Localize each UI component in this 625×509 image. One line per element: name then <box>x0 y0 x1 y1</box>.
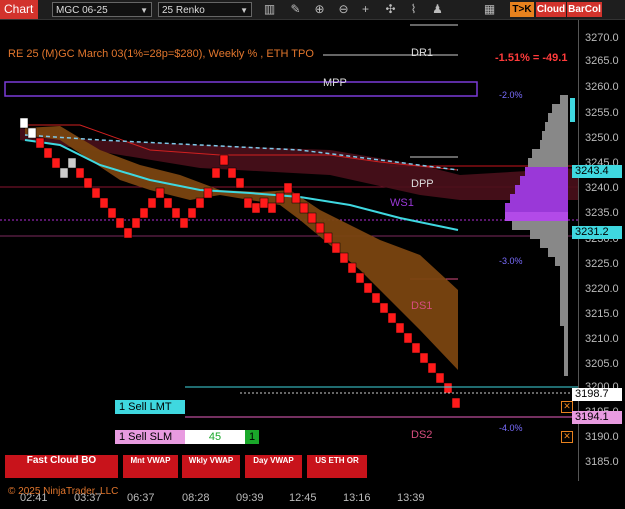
strategy-icon[interactable]: ♟ <box>430 2 445 17</box>
x-tick: 02:41 <box>20 492 48 504</box>
x-tick: 13:39 <box>397 492 425 504</box>
y-tick: 3205.0 <box>585 358 619 370</box>
x-tick: 08:28 <box>182 492 210 504</box>
ds1-label: DS1 <box>411 300 433 312</box>
price-tag-vwap: 3231.2 <box>572 226 622 239</box>
y-tick: 3190.0 <box>585 431 619 443</box>
fast-cloud-bo-button[interactable]: Fast Cloud BO <box>5 455 118 478</box>
y-tick: 3235.0 <box>585 207 619 219</box>
dr1-label: DR1 <box>411 47 434 59</box>
x-tick: 03:37 <box>74 492 102 504</box>
price-tag-vwap-upper: 3243.4 <box>572 165 622 178</box>
y-tick: 3210.0 <box>585 333 619 345</box>
range-box <box>4 81 478 97</box>
wkly-vwap-button[interactable]: Wkly VWAP <box>182 455 240 478</box>
sell-slm-order[interactable]: 1 Sell SLM <box>115 430 185 444</box>
draw-icon[interactable]: ✎ <box>288 2 303 17</box>
dpp-label: DPP <box>411 178 434 190</box>
chevron-down-icon: ▼ <box>140 6 148 15</box>
pct-label-minus3: -3.0% <box>499 256 523 266</box>
order-qty-box[interactable]: 1 <box>245 430 259 444</box>
chart-title: RE 25 (M)GC March 03(1%=28p=$280), Weekl… <box>8 48 314 60</box>
barcol-button[interactable]: BarCol <box>567 2 602 17</box>
pct-label-minus4: -4.0% <box>499 423 523 433</box>
tok-button[interactable]: T>K <box>510 2 534 17</box>
us-eth-or-button[interactable]: US ETH OR <box>307 455 367 478</box>
mnt-vwap-button[interactable]: Mnt VWAP <box>123 455 178 478</box>
ds2-label: DS2 <box>411 429 433 441</box>
indicator-icon[interactable]: ⌇ <box>406 2 421 17</box>
price-tag-slm: 3194.1 <box>572 411 622 424</box>
y-tick: 3265.0 <box>585 55 619 67</box>
sell-lmt-order[interactable]: 1 Sell LMT <box>115 400 185 414</box>
zoom-in-icon[interactable]: ⊕ <box>312 2 327 17</box>
order-qty-field[interactable]: 45 <box>185 430 245 444</box>
global-cross-icon[interactable]: ✣ <box>383 2 398 17</box>
bar-style-icon[interactable]: ▥ <box>262 2 277 17</box>
pnl-readout: -1.51% = -49.1 <box>495 52 568 64</box>
day-vwap-button[interactable]: Day VWAP <box>245 455 302 478</box>
chart-toolbar: Chart MGC 06-25 ▼ 25 Renko ▼ ▥ ✎ ⊕ ⊖ + ✣… <box>0 0 625 20</box>
properties-icon[interactable]: ▦ <box>482 2 497 17</box>
chart-canvas <box>0 24 578 418</box>
cloud-button[interactable]: Cloud <box>536 2 566 17</box>
chart-plot-area[interactable]: RE 25 (M)GC March 03(1%=28p=$280), Weekl… <box>0 20 578 497</box>
price-tag-last: 3198.7 <box>572 388 622 401</box>
zoom-out-icon[interactable]: ⊖ <box>336 2 351 17</box>
instrument-selector[interactable]: MGC 06-25 ▼ <box>52 2 152 17</box>
x-tick: 13:16 <box>343 492 371 504</box>
chevron-down-icon: ▼ <box>240 6 248 15</box>
chart-tab[interactable]: Chart <box>0 0 38 19</box>
y-tick: 3270.0 <box>585 32 619 44</box>
cancel-slm-icon[interactable]: ✕ <box>561 431 573 443</box>
y-tick: 3250.0 <box>585 132 619 144</box>
crosshair-icon[interactable]: + <box>358 2 373 17</box>
x-tick: 12:45 <box>289 492 317 504</box>
x-tick: 09:39 <box>236 492 264 504</box>
x-tick: 06:37 <box>127 492 155 504</box>
y-tick: 3260.0 <box>585 81 619 93</box>
pct-label-minus2: -2.0% <box>499 90 523 100</box>
y-tick: 3215.0 <box>585 308 619 320</box>
y-tick: 3255.0 <box>585 107 619 119</box>
ws1-label: WS1 <box>390 197 414 209</box>
bar-type-selector[interactable]: 25 Renko ▼ <box>158 2 252 17</box>
y-tick: 3240.0 <box>585 182 619 194</box>
instrument-value: MGC 06-25 <box>56 5 108 16</box>
y-tick: 3225.0 <box>585 258 619 270</box>
mpp-label: MPP <box>323 77 347 89</box>
y-tick: 3185.0 <box>585 456 619 468</box>
bar-type-value: 25 Renko <box>162 5 205 16</box>
y-tick: 3220.0 <box>585 283 619 295</box>
